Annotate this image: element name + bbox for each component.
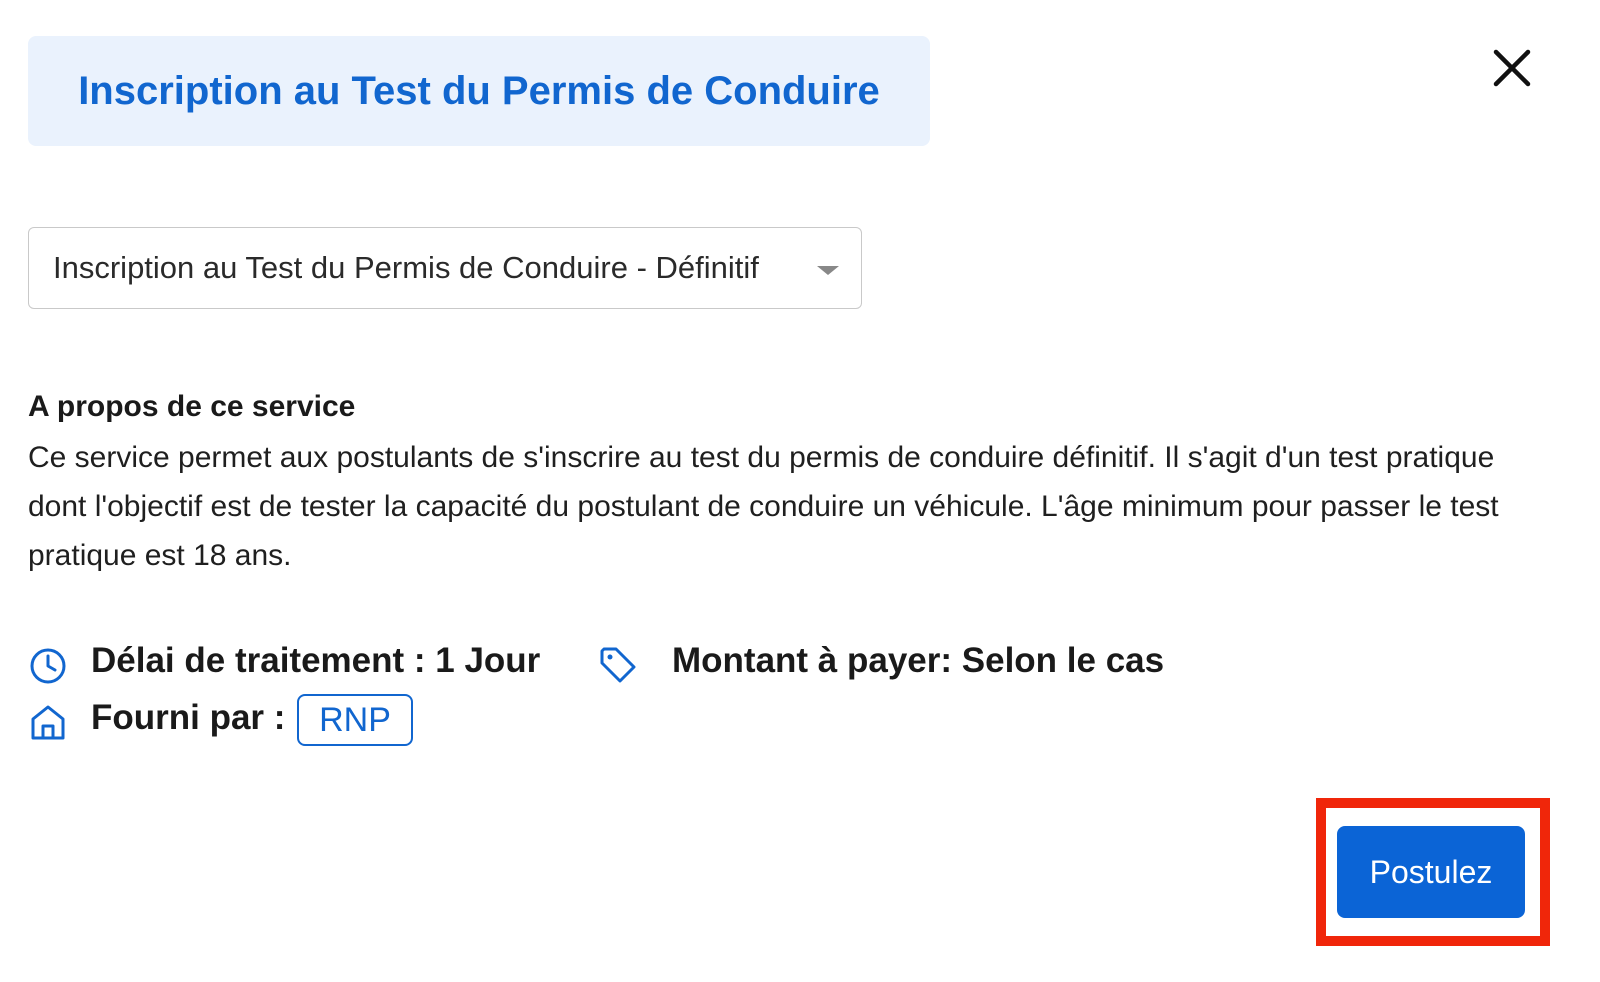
- close-icon: [1493, 49, 1531, 87]
- clock-icon: [30, 648, 66, 684]
- about-heading: A propos de ce service: [28, 390, 356, 423]
- service-type-selected-value: Inscription au Test du Permis de Conduir…: [53, 250, 759, 285]
- title-banner: Inscription au Test du Permis de Conduir…: [28, 36, 930, 146]
- amount-to-pay: Montant à payer: Selon le cas: [672, 641, 1165, 680]
- provider-badge[interactable]: RNP: [297, 694, 413, 746]
- chevron-down-icon: [817, 266, 839, 275]
- provided-by-label: Fourni par :: [91, 698, 286, 737]
- home-icon: [31, 705, 65, 740]
- service-dialog: Inscription au Test du Permis de Conduir…: [0, 0, 1600, 982]
- amount-row: Montant à payer: Selon le cas: [672, 641, 1164, 681]
- processing-time: Délai de traitement : 1 Jour: [91, 641, 541, 680]
- close-button[interactable]: [1490, 46, 1534, 90]
- apply-button[interactable]: Postulez: [1337, 826, 1525, 918]
- page-title: Inscription au Test du Permis de Conduir…: [78, 68, 880, 113]
- about-description: Ce service permet aux postulants de s'in…: [28, 441, 1499, 572]
- tag-icon: [600, 647, 636, 683]
- service-type-select[interactable]: Inscription au Test du Permis de Conduir…: [28, 227, 862, 309]
- processing-time-row: Délai de traitement : 1 Jour: [91, 641, 540, 681]
- provided-by-row: Fourni par :: [91, 698, 285, 738]
